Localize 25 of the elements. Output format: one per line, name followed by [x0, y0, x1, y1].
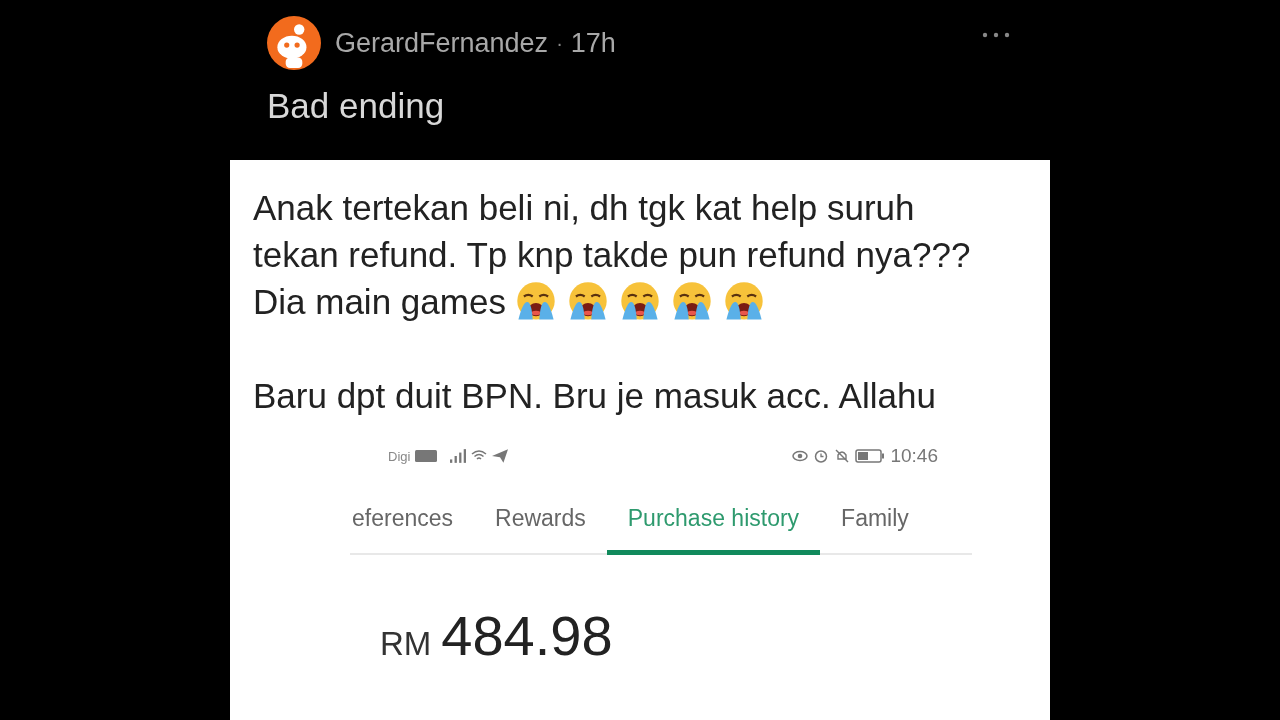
carrier-name: Digi [388, 448, 411, 464]
separator-dot: · [556, 31, 563, 55]
post-text-line: Dia main games [253, 281, 506, 322]
post-text-line: tekan refund. Tp knp takde pun refund nya??? [253, 234, 971, 275]
muted-bell-icon [834, 449, 851, 463]
volte-icon [415, 450, 438, 462]
tab[interactable]: Family [820, 495, 930, 555]
total-amount: 484.98 [441, 603, 613, 668]
alarm-icon [813, 449, 830, 463]
more-options-icon[interactable] [982, 32, 1010, 38]
send-icon [492, 449, 509, 463]
battery-icon [855, 449, 886, 463]
post-text-line: Anak tertekan beli ni, dh tgk kat help suruh [253, 187, 915, 228]
currency-label: RM [380, 625, 432, 663]
post-age: 17h [570, 27, 616, 59]
post-title: Bad ending [267, 86, 446, 126]
tab[interactable]: eferences [350, 495, 474, 555]
tab[interactable]: Rewards [474, 495, 607, 555]
avatar-icon[interactable] [267, 16, 321, 70]
signal-icon [450, 449, 467, 463]
clock-time: 10:46 [890, 445, 938, 467]
username[interactable]: GerardFernandez [335, 27, 549, 59]
post-text-line: Baru dpt duit BPN. Bru je masuk acc. Allahu [253, 375, 936, 416]
eye-icon [792, 449, 809, 463]
tab[interactable]: Purchase history [606, 495, 821, 555]
